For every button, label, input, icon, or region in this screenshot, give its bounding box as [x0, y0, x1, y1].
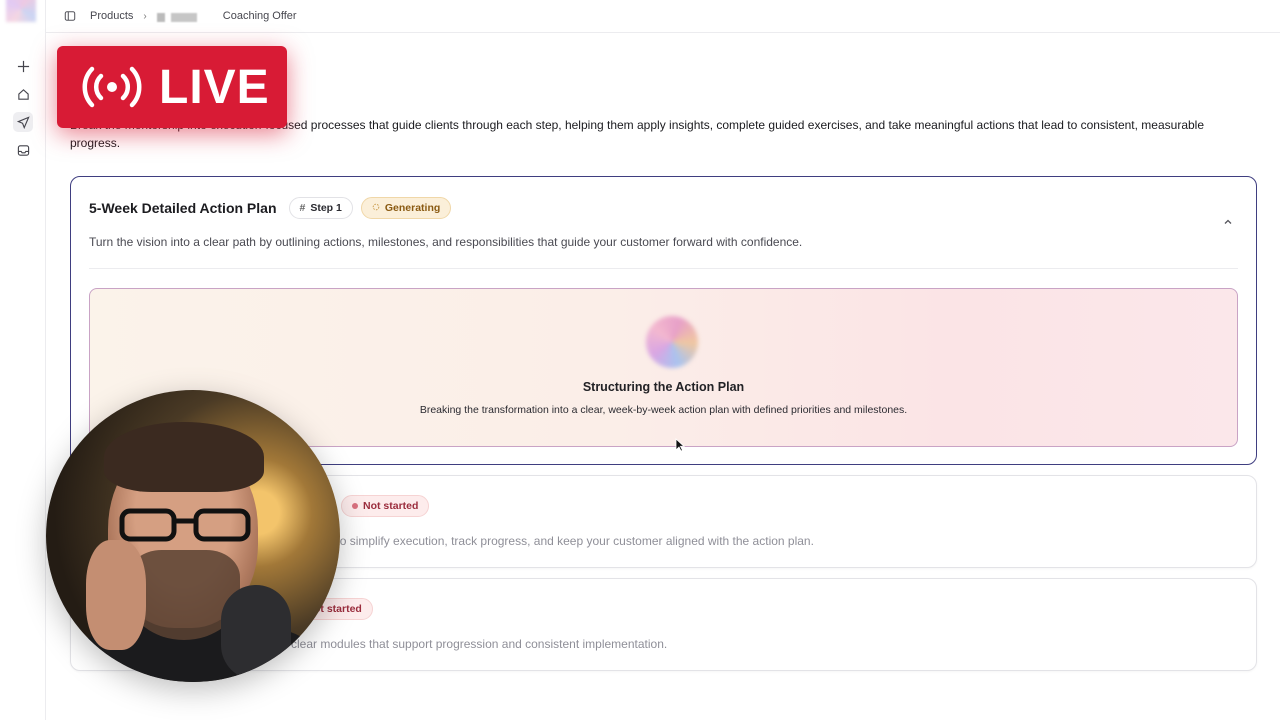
microphone-icon [221, 585, 291, 680]
home-icon[interactable] [13, 84, 33, 104]
status-badge-not-started: Not started [341, 495, 430, 517]
card-description: ned to simplify execution, track progres… [313, 534, 814, 548]
divider [89, 268, 1238, 269]
status-badge-label: Not started [363, 500, 419, 512]
live-label: LIVE [159, 60, 270, 114]
ai-orb-icon [646, 316, 698, 368]
status-dot-icon [352, 503, 358, 509]
step-badge: # Step 1 [288, 197, 353, 219]
card-header: 5-Week Detailed Action Plan # Step 1 Gen… [89, 197, 452, 219]
card-title: 5-Week Detailed Action Plan [89, 200, 277, 216]
new-plus-icon[interactable] [13, 56, 33, 76]
app-logo[interactable] [6, 0, 36, 22]
spinner-icon [372, 202, 380, 214]
top-bar: Products › Coaching Offer [46, 0, 1280, 33]
webcam-overlay [46, 390, 340, 682]
status-badge-label: Generating [384, 202, 441, 214]
breadcrumb-current: Coaching Offer [222, 10, 297, 22]
mouse-cursor-icon [675, 438, 685, 452]
presenter-hair [104, 422, 264, 492]
breadcrumb-blurred[interactable] [156, 13, 197, 22]
broadcast-icon [82, 66, 142, 108]
glasses-icon [119, 508, 251, 542]
step-badge-label: Step 1 [310, 202, 342, 214]
presenter-hand [86, 540, 146, 650]
left-rail [0, 0, 46, 720]
hash-icon: # [299, 202, 306, 214]
chevron-up-icon[interactable] [1222, 215, 1234, 227]
card-description: clear modules that support progression a… [291, 637, 668, 651]
send-icon[interactable] [13, 112, 33, 132]
panel-title: Structuring the Action Plan [582, 380, 745, 394]
status-badge-generating: Generating [360, 197, 452, 219]
breadcrumb-products[interactable]: Products [90, 10, 133, 22]
inbox-icon[interactable] [13, 140, 33, 160]
card-description: Turn the vision into a clear path by out… [89, 235, 803, 249]
sidebar-toggle-icon[interactable] [64, 9, 78, 23]
live-badge: LIVE [57, 46, 287, 128]
chevron-right-icon: › [143, 10, 147, 22]
